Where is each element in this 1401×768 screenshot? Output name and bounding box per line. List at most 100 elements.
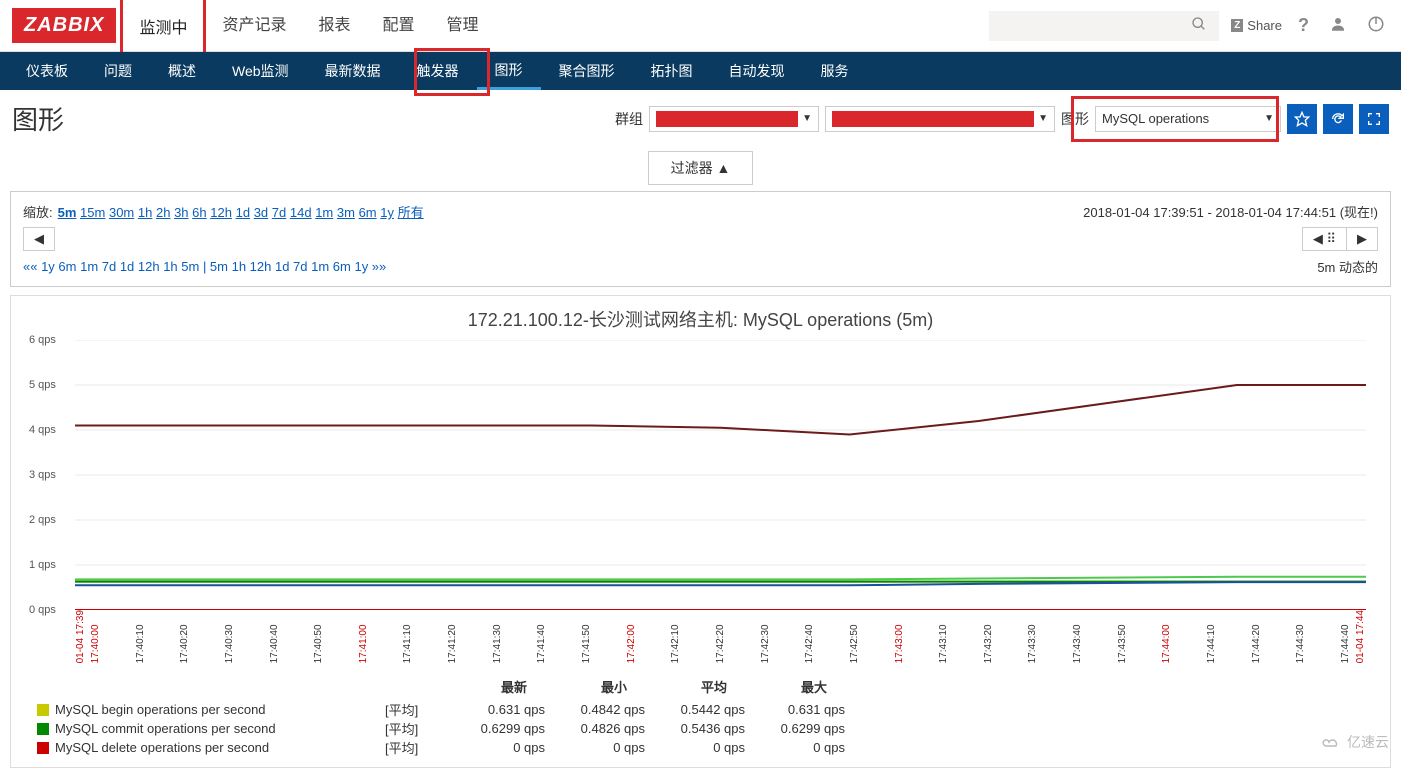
search-icon[interactable] (1187, 12, 1211, 39)
logout-icon[interactable] (1363, 11, 1389, 40)
zoom-link-7d[interactable]: 7d (272, 205, 286, 220)
x-tick: 17:43:00 (894, 610, 905, 663)
refresh-button[interactable] (1323, 104, 1353, 134)
group-select[interactable]: ▼ (649, 106, 819, 132)
time-prev-small-button[interactable]: ◀ ⠿ (1302, 227, 1346, 251)
legend-swatch (37, 742, 49, 754)
subnav-services[interactable]: 服务 (803, 52, 867, 90)
legend-latest: 0 qps (445, 740, 545, 755)
legend-avg: 0.5436 qps (645, 721, 745, 736)
zoom-link-6m[interactable]: 6m (359, 205, 377, 220)
subnav-latest[interactable]: 最新数据 (307, 52, 399, 90)
search-box[interactable] (989, 11, 1219, 41)
graph-select[interactable]: MySQL operations ▼ (1095, 106, 1281, 132)
fullscreen-button[interactable] (1359, 104, 1389, 134)
legend-max: 0 qps (745, 740, 845, 755)
legend-swatch (37, 723, 49, 735)
graph-label: 图形 (1061, 109, 1089, 129)
legend-name: MySQL begin operations per second (55, 702, 385, 717)
zoom-link-1y[interactable]: 1y (380, 205, 394, 220)
x-tick: 17:42:00 (626, 610, 637, 663)
share-z-icon: Z (1231, 19, 1243, 32)
series-line (75, 577, 1366, 580)
zoom-link-3d[interactable]: 3d (254, 205, 268, 220)
x-tick: 17:42:10 (670, 610, 681, 663)
x-tick: 17:42:20 (715, 610, 726, 663)
logo[interactable]: ZABBIX (12, 8, 116, 43)
x-tick: 17:44:30 (1295, 610, 1306, 663)
zoom-label: 缩放: (23, 202, 53, 221)
chart-title: 172.21.100.12-长沙测试网络主机: MySQL operations… (25, 306, 1376, 332)
graph-select-value: MySQL operations (1102, 111, 1209, 126)
subnav-web[interactable]: Web监测 (214, 52, 307, 90)
legend-type: [平均] (385, 719, 445, 738)
chart-container: 172.21.100.12-长沙测试网络主机: MySQL operations… (10, 295, 1391, 768)
favorite-button[interactable] (1287, 104, 1317, 134)
x-tick: 17:40:30 (224, 610, 235, 663)
topnav-reports[interactable]: 报表 (302, 0, 366, 55)
subnav-overview[interactable]: 概述 (150, 52, 214, 90)
subnav-maps[interactable]: 拓扑图 (633, 52, 711, 90)
x-tick: 17:41:30 (492, 610, 503, 663)
host-select[interactable]: ▼ (825, 106, 1055, 132)
zoom-link-6h[interactable]: 6h (192, 205, 206, 220)
search-input[interactable] (997, 18, 1187, 33)
zoom-link-1m[interactable]: 1m (315, 205, 333, 220)
legend-header-latest: 最新 (427, 677, 527, 696)
filter-tab-row: 过滤器 ▲ (0, 151, 1401, 185)
subnav-screens[interactable]: 聚合图形 (541, 52, 633, 90)
chevron-down-icon: ▼ (1264, 113, 1274, 124)
zoom-link-3m[interactable]: 3m (337, 205, 355, 220)
zoom-link-14d[interactable]: 14d (290, 205, 312, 220)
share-label: Share (1247, 18, 1282, 33)
subnav-discovery[interactable]: 自动发现 (711, 52, 803, 90)
x-tick: 17:41:10 (402, 610, 413, 663)
legend-min: 0.4826 qps (545, 721, 645, 736)
user-icon[interactable] (1325, 11, 1351, 40)
legend-type: [平均] (385, 700, 445, 719)
legend-avg: 0.5442 qps (645, 702, 745, 717)
zoom-link-2h[interactable]: 2h (156, 205, 170, 220)
legend-max: 0.631 qps (745, 702, 845, 717)
legend-avg: 0 qps (645, 740, 745, 755)
time-next-button[interactable]: ▶ (1346, 227, 1378, 251)
filter-toggle[interactable]: 过滤器 ▲ (648, 151, 754, 185)
share-button[interactable]: Z Share (1231, 18, 1282, 33)
x-tick: 17:44:10 (1206, 610, 1217, 663)
zoom-link-1h[interactable]: 1h (138, 205, 152, 220)
filter-controls: 群组 ▼ ▼ 图形 MySQL operations ▼ (615, 104, 1389, 134)
zoom-link-所有[interactable]: 所有 (398, 205, 424, 220)
topnav-config[interactable]: 配置 (367, 0, 431, 55)
zoom-link-12h[interactable]: 12h (210, 205, 232, 220)
topnav-inventory[interactable]: 资产记录 (206, 0, 302, 55)
page-title: 图形 (12, 100, 64, 137)
zoom-link-1d[interactable]: 1d (236, 205, 250, 220)
legend-row: MySQL delete operations per second[平均]0 … (37, 738, 1376, 757)
page-header: 图形 群组 ▼ ▼ 图形 MySQL operations ▼ (0, 90, 1401, 147)
group-label: 群组 (615, 109, 643, 129)
zoom-link-30m[interactable]: 30m (109, 205, 134, 220)
zoom-link-5m[interactable]: 5m (58, 205, 77, 220)
subnav-dashboard[interactable]: 仪表板 (8, 52, 86, 90)
x-tick: 17:40:00 (90, 610, 101, 663)
legend-min: 0.4842 qps (545, 702, 645, 717)
x-tick: 17:44:40 (1340, 610, 1351, 663)
time-nav-links-left[interactable]: «« 1y 6m 1m 7d 1d 12h 1h 5m | 5m 1h 12h … (23, 259, 386, 274)
x-tick: 17:43:40 (1072, 610, 1083, 663)
zoom-link-3h[interactable]: 3h (174, 205, 188, 220)
legend-type: [平均] (385, 738, 445, 757)
time-range: 2018-01-04 17:39:51 - 2018-01-04 17:44:5… (1083, 202, 1378, 221)
x-tick: 17:43:10 (938, 610, 949, 663)
help-icon[interactable]: ? (1294, 11, 1313, 40)
time-prev-button[interactable]: ◀ (23, 227, 55, 251)
topnav-admin[interactable]: 管理 (431, 0, 495, 55)
chart-plot: 6 qps5 qps4 qps3 qps2 qps1 qps0 qps (75, 340, 1366, 610)
x-tick: 17:40:10 (135, 610, 146, 663)
legend-row: MySQL commit operations per second[平均]0.… (37, 719, 1376, 738)
legend-name: MySQL delete operations per second (55, 740, 385, 755)
top-right: Z Share ? (989, 11, 1389, 41)
subnav-problems[interactable]: 问题 (86, 52, 150, 90)
topnav-monitoring[interactable]: 监测中 (120, 0, 206, 55)
x-tick: 17:41:20 (447, 610, 458, 663)
zoom-link-15m[interactable]: 15m (80, 205, 105, 220)
